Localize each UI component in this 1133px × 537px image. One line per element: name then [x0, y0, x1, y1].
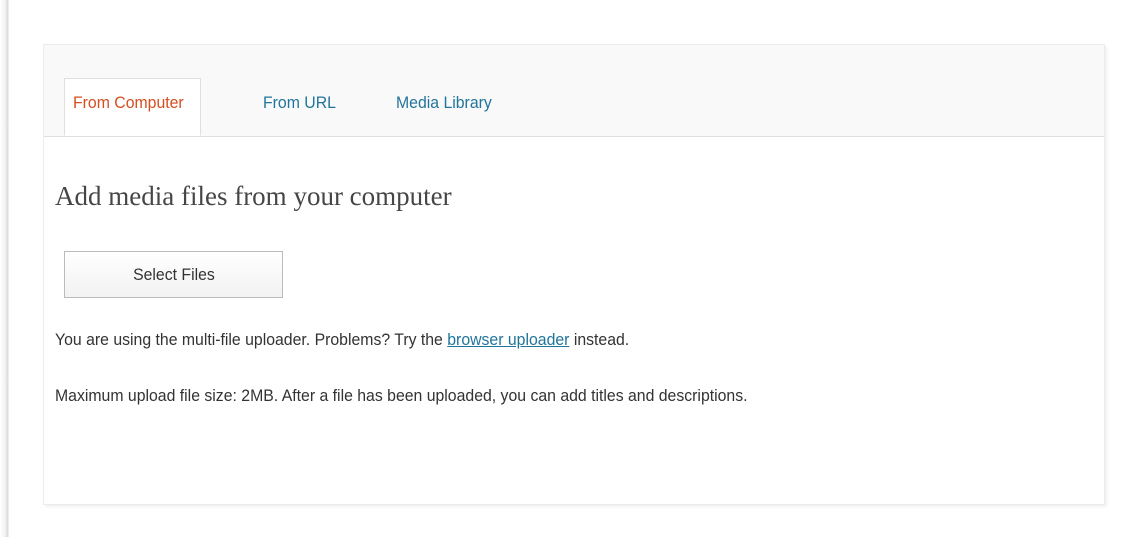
media-tabs: From Computer From URL Media Library: [44, 45, 1104, 137]
tab-from-computer[interactable]: From Computer: [64, 78, 202, 136]
uploader-notice-suffix: instead.: [569, 330, 630, 349]
select-files-label: Select Files: [132, 264, 215, 284]
media-upload-panel: From Computer From URL Media Library Add…: [43, 44, 1105, 505]
select-files-button[interactable]: Select Files: [64, 251, 283, 298]
browser-uploader-link[interactable]: browser uploader: [447, 330, 569, 349]
uploader-notice-prefix: You are using the multi-file uploader. P…: [55, 330, 448, 349]
tab-from-computer-label: From Computer: [73, 93, 184, 112]
page-title: Add media files from your computer: [55, 181, 452, 211]
window-left-edge: [0, 0, 9, 537]
tab-media-library[interactable]: Media Library: [396, 93, 492, 113]
max-upload-size-text: Maximum upload file size: 2MB. After a f…: [55, 386, 748, 405]
uploader-notice: You are using the multi-file uploader. P…: [55, 330, 629, 350]
tab-from-url[interactable]: From URL: [263, 93, 336, 113]
